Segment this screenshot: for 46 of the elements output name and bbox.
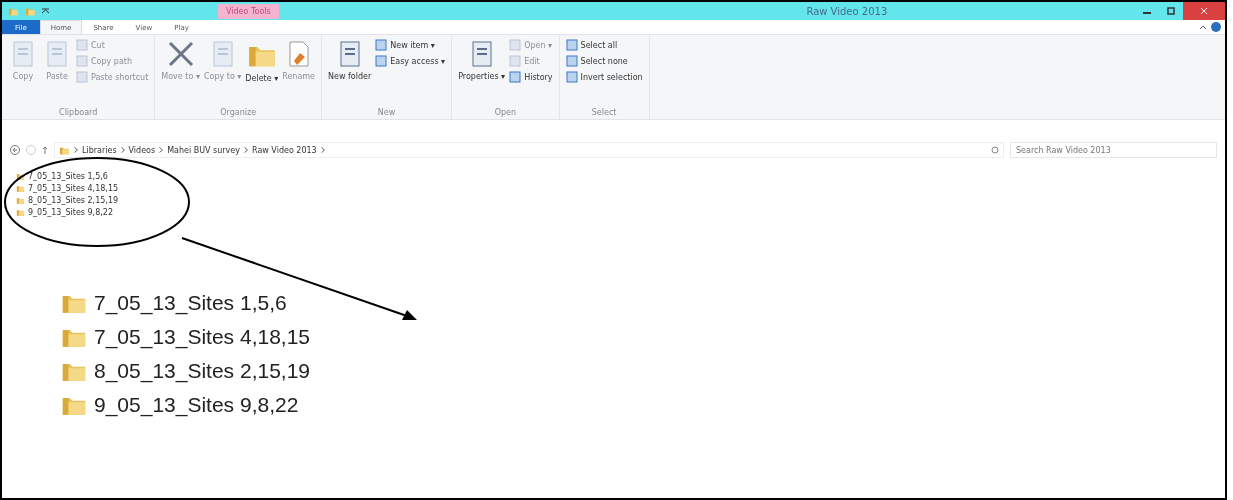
ribbon-button[interactable]: New folder [328,39,372,108]
context-tab-label: Video Tools [218,3,279,19]
folder-name: 8_05_13_Sites 2,15,19 [94,359,311,383]
window-title: Raw Video 2013 [805,5,889,17]
close-icon [1201,8,1207,14]
back-icon[interactable] [10,145,20,155]
folder-icon [16,172,25,181]
ribbon-button[interactable]: History [509,71,553,83]
dropdown-icon[interactable] [42,8,49,14]
breadcrumb[interactable]: Libraries [82,145,117,155]
group-label: Clipboard [58,108,99,117]
folder-name[interactable]: 9_05_13_Sites 9,8,22 [28,208,113,217]
folder-icon [16,184,25,193]
ribbon-button[interactable]: Properties ▾ [458,39,506,108]
chevron-icon[interactable] [120,147,125,153]
group-label: New [376,108,397,117]
ribbon-button[interactable]: Select none [565,55,643,67]
folder-name: 7_05_13_Sites 1,5,6 [94,291,287,315]
folder-name: 9_05_13_Sites 9,8,22 [94,393,299,417]
search-field[interactable]: Search Raw Video 2013 [1010,142,1217,158]
group-label: Open [493,108,518,117]
ribbon-button[interactable]: Invert selection [565,71,643,83]
collapse-icon[interactable] [1199,23,1207,31]
folder-icon [16,196,25,205]
breadcrumb[interactable]: Raw Video 2013 [252,145,317,155]
ribbon-button[interactable]: Select all [565,39,643,51]
folder-name[interactable]: 7_05_13_Sites 1,5,6 [28,172,108,181]
ribbon-button[interactable]: Delete ▾ [245,39,279,108]
help-icon[interactable] [1211,22,1221,32]
group-label: Organize [219,108,258,117]
maximize-icon[interactable] [1167,7,1175,15]
chevron-icon[interactable] [159,147,164,153]
ribbon-button[interactable]: New item ▾ [375,39,446,51]
chevron-icon[interactable] [320,147,325,153]
folder-name[interactable]: 7_05_13_Sites 4,18,15 [28,184,119,193]
refresh-icon[interactable] [991,146,999,154]
group-label: Select [590,108,618,117]
up-arrow-icon[interactable] [42,146,48,154]
chevron-icon[interactable] [244,147,248,153]
breadcrumb[interactable]: Videos [128,145,156,155]
folder-icon [16,208,25,217]
folder-name[interactable]: 8_05_13_Sites 2,15,19 [28,196,119,205]
folder-name: 7_05_13_Sites 4,18,15 [94,325,311,349]
breadcrumb[interactable]: Mahei BUV survey [167,145,240,155]
ribbon-button[interactable]: Easy access ▾ [375,55,446,67]
chevron-icon[interactable] [74,147,78,153]
